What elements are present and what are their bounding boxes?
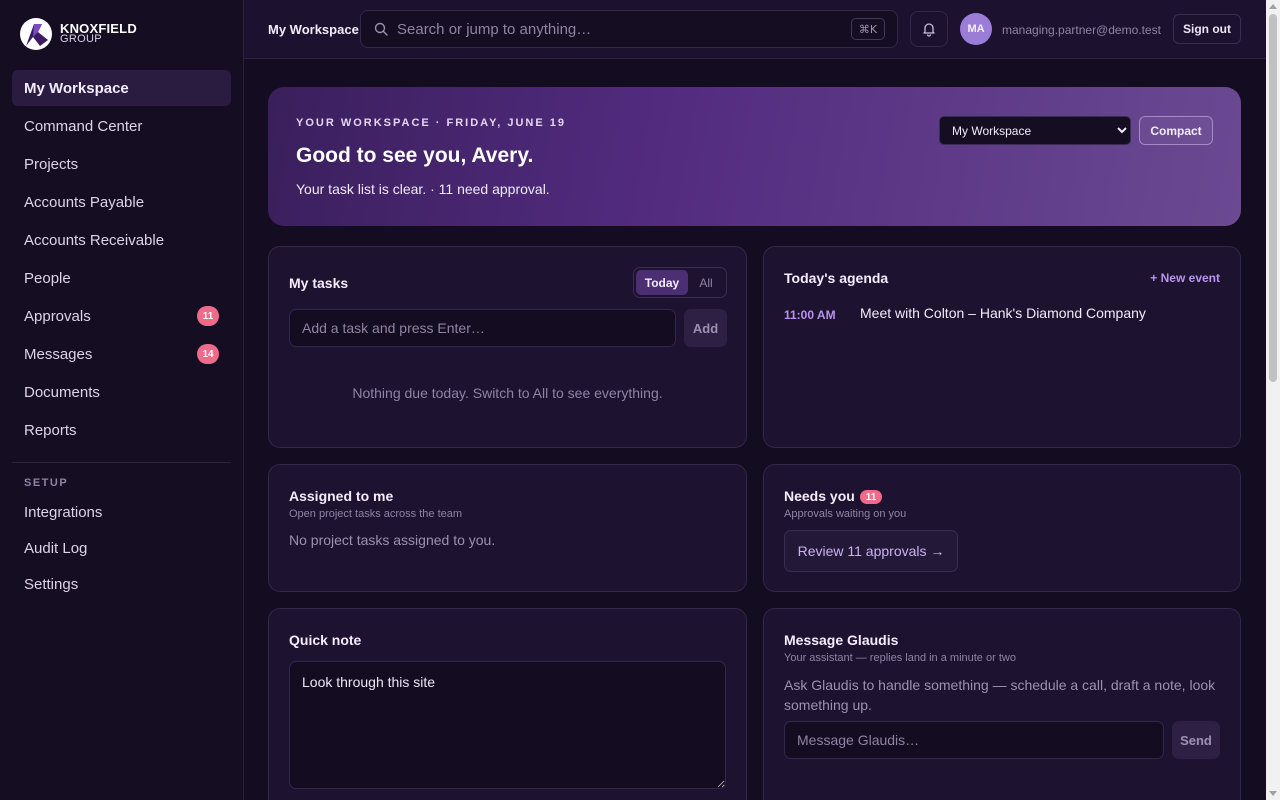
sidebar-item-label: Audit Log [24,539,88,557]
setup-nav: Integrations Audit Log Settings [12,495,231,603]
scroll-up-arrow-icon[interactable] [1269,4,1277,9]
sidebar-item-documents[interactable]: Documents [12,374,231,410]
sidebar-item-approvals[interactable]: Approvals 11 [12,298,231,334]
search-bar[interactable]: ⌘K [360,10,898,48]
sidebar-item-command-center[interactable]: Command Center [12,108,231,144]
scroll-down-arrow-icon[interactable] [1269,791,1277,796]
sidebar-item-people[interactable]: People [12,260,231,296]
sidebar-item-label: Command Center [24,117,143,135]
date-eyebrow: YOUR WORKSPACE · FRIDAY, JUNE 19 [296,117,566,129]
workspace-select[interactable]: My Workspace [939,116,1131,145]
agenda-card: Today's agenda + New event 11:00 AM Meet… [763,246,1241,448]
sidebar-item-label: Settings [24,575,79,593]
agenda-event-title[interactable]: Meet with Colton – Hank's Diamond Compan… [860,305,1146,321]
sidebar-item-messages[interactable]: Messages 14 [12,336,231,372]
page-title: My Workspace [268,22,359,37]
search-icon [374,22,388,36]
sidebar-item-label: Messages [24,345,93,363]
sidebar-item-my-workspace[interactable]: My Workspace [12,70,231,106]
assigned-empty-message: No project tasks assigned to you. [289,532,496,548]
nav-divider [12,462,231,463]
card-title: Message Glaudis [784,632,899,648]
scroll-thumb[interactable] [1269,14,1277,382]
welcome-banner: YOUR WORKSPACE · FRIDAY, JUNE 19 Good to… [268,87,1241,226]
new-event-link[interactable]: + New event [1150,271,1220,285]
sidebar-item-label: Projects [24,155,79,173]
card-title: My tasks [289,275,349,291]
main-nav: My Workspace Command Center Projects Acc… [12,70,231,450]
assistant-message-input[interactable] [784,721,1164,759]
shortcut-hint: ⌘K [851,18,885,40]
quick-note-textarea[interactable]: Look through this site [289,661,726,789]
page-scrollbar[interactable] [1266,0,1280,800]
card-subtitle: Approvals waiting on you [784,508,907,520]
brand-logo[interactable]: KNOXFIELD GROUP [20,18,137,50]
sidebar-item-projects[interactable]: Projects [12,146,231,182]
tasks-empty-message: Nothing due today. Switch to All to see … [352,385,663,401]
setup-section-label: SETUP [24,477,69,489]
sidebar-item-integrations[interactable]: Integrations [12,495,231,529]
messages-count-badge: 14 [197,344,219,364]
sidebar-item-label: Documents [24,383,100,401]
tab-all[interactable]: All [688,270,724,295]
logo-icon [20,18,52,50]
sidebar-item-label: Reports [24,421,77,439]
needs-count-badge: 11 [860,490,882,504]
greeting-title: Good to see you, Avery. [296,144,534,167]
assistant-description: Ask Glaudis to handle something — schedu… [784,677,1216,713]
sidebar-item-accounts-receivable[interactable]: Accounts Receivable [12,222,231,258]
card-title: Needs you [784,488,855,504]
assistant-card: Message Glaudis Your assistant — replies… [763,608,1241,800]
topbar: My Workspace ⌘K MA managing.partner@demo… [244,0,1266,59]
notifications-button[interactable] [910,11,948,47]
my-tasks-card: My tasks Today All Add Nothing due today… [268,246,747,448]
compact-toggle-button[interactable]: Compact [1139,116,1213,145]
sidebar-item-label: Accounts Payable [24,193,145,211]
sidebar-item-reports[interactable]: Reports [12,412,231,448]
send-message-button[interactable]: Send [1172,721,1220,759]
add-task-button[interactable]: Add [684,309,727,347]
quick-note-card: Quick note Look through this site [268,608,747,800]
card-title: Quick note [289,632,362,648]
brand-name: KNOXFIELD GROUP [60,22,137,45]
user-email: managing.partner@demo.test [1002,23,1161,37]
needs-you-card: Needs you 11 Approvals waiting on you Re… [763,464,1241,592]
sidebar-item-accounts-payable[interactable]: Accounts Payable [12,184,231,220]
sidebar-item-label: Integrations [24,503,103,521]
bell-icon [923,23,935,37]
card-subtitle: Your assistant — replies land in a minut… [784,652,1016,664]
sidebar-item-audit-log[interactable]: Audit Log [12,531,231,565]
sidebar-item-label: Approvals [24,307,91,325]
agenda-event-time: 11:00 AM [784,308,836,322]
assigned-card: Assigned to me Open project tasks across… [268,464,747,592]
tab-today[interactable]: Today [636,270,688,295]
task-filter-toggle: Today All [633,267,727,298]
approvals-count-badge: 11 [197,306,219,326]
card-subtitle: Open project tasks across the team [289,508,463,520]
sidebar-item-label: People [24,269,71,287]
sidebar-item-settings[interactable]: Settings [12,567,231,601]
card-title: Today's agenda [784,270,889,286]
review-approvals-button[interactable]: Review 11 approvals → [784,530,958,572]
search-input[interactable] [397,20,851,38]
new-task-input[interactable] [289,309,676,347]
card-title: Assigned to me [289,488,394,504]
avatar[interactable]: MA [960,13,992,45]
sign-out-button[interactable]: Sign out [1173,14,1241,44]
sidebar-item-label: My Workspace [24,79,129,97]
sidebar-item-label: Accounts Receivable [24,231,165,249]
sidebar: KNOXFIELD GROUP My Workspace Command Cen… [0,0,244,800]
greeting-subtitle: Your task list is clear. · 11 need appro… [296,181,550,197]
